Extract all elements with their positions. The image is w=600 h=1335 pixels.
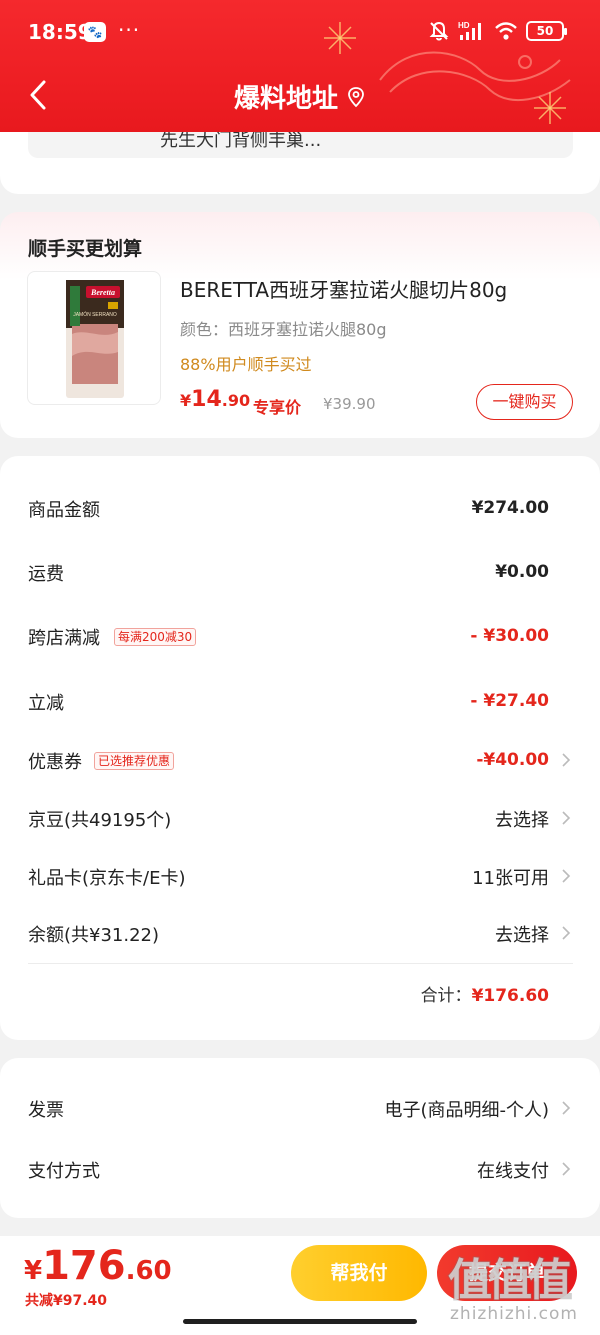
location-pin-icon: [348, 86, 364, 107]
one-click-buy-button[interactable]: 一键购买: [476, 384, 573, 420]
row-value: ¥0.00: [495, 562, 549, 582]
row-balance[interactable]: 余额(共¥31.22) 去选择: [28, 913, 573, 953]
wifi-icon: [495, 22, 517, 40]
row-value: -¥40.00: [476, 750, 549, 770]
chevron-right-icon: [562, 811, 571, 825]
row-gift-card[interactable]: 礼品卡(京东卡/E卡) 11张可用: [28, 856, 573, 896]
product-bought-rate: 88%用户顺手买过: [180, 355, 312, 374]
pay-currency: ¥: [24, 1256, 43, 1286]
row-cross-store-discount: 跨店满减 每满200减30 - ¥30.00: [28, 616, 573, 656]
pay-amount: ¥176.60: [24, 1243, 172, 1289]
price-summary-card: 商品金额 ¥274.00 运费 ¥0.00 跨店满减 每满200减30 - ¥3…: [0, 456, 600, 1040]
chevron-right-icon: [562, 869, 571, 883]
row-label: 礼品卡(京东卡/E卡): [28, 868, 186, 889]
row-goods-amount: 商品金额 ¥274.00: [28, 488, 573, 528]
exclusive-price-tag: 专享价: [253, 398, 302, 417]
order-total: 合计：¥176.60: [421, 981, 549, 1006]
pay-decimal: .60: [125, 1256, 172, 1286]
total-value: ¥176.60: [471, 986, 549, 1006]
pay-integer: 176: [42, 1243, 126, 1289]
home-indicator[interactable]: [183, 1319, 417, 1324]
status-bar: 18:59 🐾 ··· HD 50: [0, 16, 600, 52]
row-instant-discount: 立减 - ¥27.40: [28, 681, 573, 721]
row-payment-method[interactable]: 支付方式 在线支付: [28, 1149, 573, 1189]
status-icons: HD 50: [428, 20, 567, 42]
row-value: - ¥30.00: [470, 626, 549, 646]
row-label: 京豆(共49195个): [28, 810, 172, 831]
row-label: 发票: [28, 1100, 64, 1121]
row-value: ¥274.00: [471, 498, 549, 518]
help-me-pay-button[interactable]: 帮我付: [291, 1245, 427, 1301]
package-brand: Beretta: [90, 288, 115, 297]
row-label: 跨店满减: [28, 628, 100, 649]
invoice-payment-card: 发票 电子(商品明细-个人) 支付方式 在线支付: [0, 1058, 600, 1218]
watermark-url: zhizhizhi.com: [450, 1304, 578, 1324]
package-caption: JAMÓN SERRANO: [73, 311, 117, 318]
site-watermark: 值值值 zhizhizhi.com: [442, 1240, 592, 1330]
price-currency: ¥: [180, 391, 192, 410]
product-image[interactable]: Beretta JAMÓN SERRANO: [27, 271, 161, 405]
row-label: 余额(共¥31.22): [28, 925, 160, 946]
page-title: 爆料地址: [0, 78, 600, 115]
row-value: 电子(商品明细-个人): [384, 1100, 549, 1121]
original-price: ¥39.90: [323, 395, 376, 413]
coupon-recommended-badge: 已选推荐优惠: [94, 752, 175, 770]
row-value: - ¥27.40: [470, 691, 549, 711]
app-notification-icon: 🐾: [84, 22, 106, 42]
watermark-logo: 值值值: [447, 1254, 573, 1307]
row-value: 在线支付: [477, 1161, 549, 1182]
row-shipping: 运费 ¥0.00: [28, 552, 573, 592]
total-label: 合计：: [420, 986, 472, 1006]
addon-card: 顺手买更划算 Beretta JAMÓN SERRANO BERETTA西班牙塞…: [0, 212, 600, 438]
page-title-text: 爆料地址: [233, 84, 338, 114]
chevron-right-icon: [562, 1101, 571, 1115]
status-time: 18:59: [28, 20, 92, 44]
row-value: 去选择: [495, 810, 549, 831]
row-coupon[interactable]: 优惠券 已选推荐优惠 -¥40.00: [28, 740, 573, 780]
row-label: 运费: [28, 564, 64, 585]
row-value: 去选择: [495, 925, 549, 946]
chevron-right-icon: [562, 1162, 571, 1176]
battery-icon: 50: [526, 21, 567, 41]
svg-text:HD: HD: [458, 21, 470, 30]
row-label: 支付方式: [28, 1161, 100, 1182]
chevron-right-icon: [562, 753, 571, 767]
total-saved: 共减¥97.40: [25, 1293, 108, 1309]
chevron-right-icon: [562, 926, 571, 940]
addon-section-title: 顺手买更划算: [28, 238, 143, 260]
signal-icon: HD: [458, 21, 481, 40]
header-bar: 18:59 🐾 ··· HD 50 爆料地址: [0, 0, 600, 132]
mute-bell-icon: [429, 21, 449, 41]
price-decimal: .90: [221, 391, 251, 410]
ham-package-icon: Beretta JAMÓN SERRANO: [66, 280, 124, 398]
divider: [28, 963, 573, 964]
row-label: 商品金额: [28, 500, 100, 521]
row-jd-beans[interactable]: 京豆(共49195个) 去选择: [28, 798, 573, 838]
row-invoice[interactable]: 发票 电子(商品明细-个人): [28, 1088, 573, 1128]
row-label: 立减: [28, 693, 64, 714]
row-value: 11张可用: [472, 868, 549, 889]
product-price: ¥14.90: [180, 387, 250, 412]
discount-rule-badge: 每满200减30: [114, 628, 197, 646]
product-name[interactable]: BERETTA西班牙塞拉诺火腿切片80g: [180, 274, 507, 303]
row-label: 优惠券: [28, 752, 82, 773]
more-notifications-icon: ···: [118, 18, 141, 42]
price-integer: 14: [191, 387, 222, 412]
checkout-bar: ¥176.60 共减¥97.40 帮我付 提交订单 值值值 zhizhizhi.…: [0, 1236, 600, 1335]
product-spec: 颜色：西班牙塞拉诺火腿80g: [180, 320, 387, 339]
